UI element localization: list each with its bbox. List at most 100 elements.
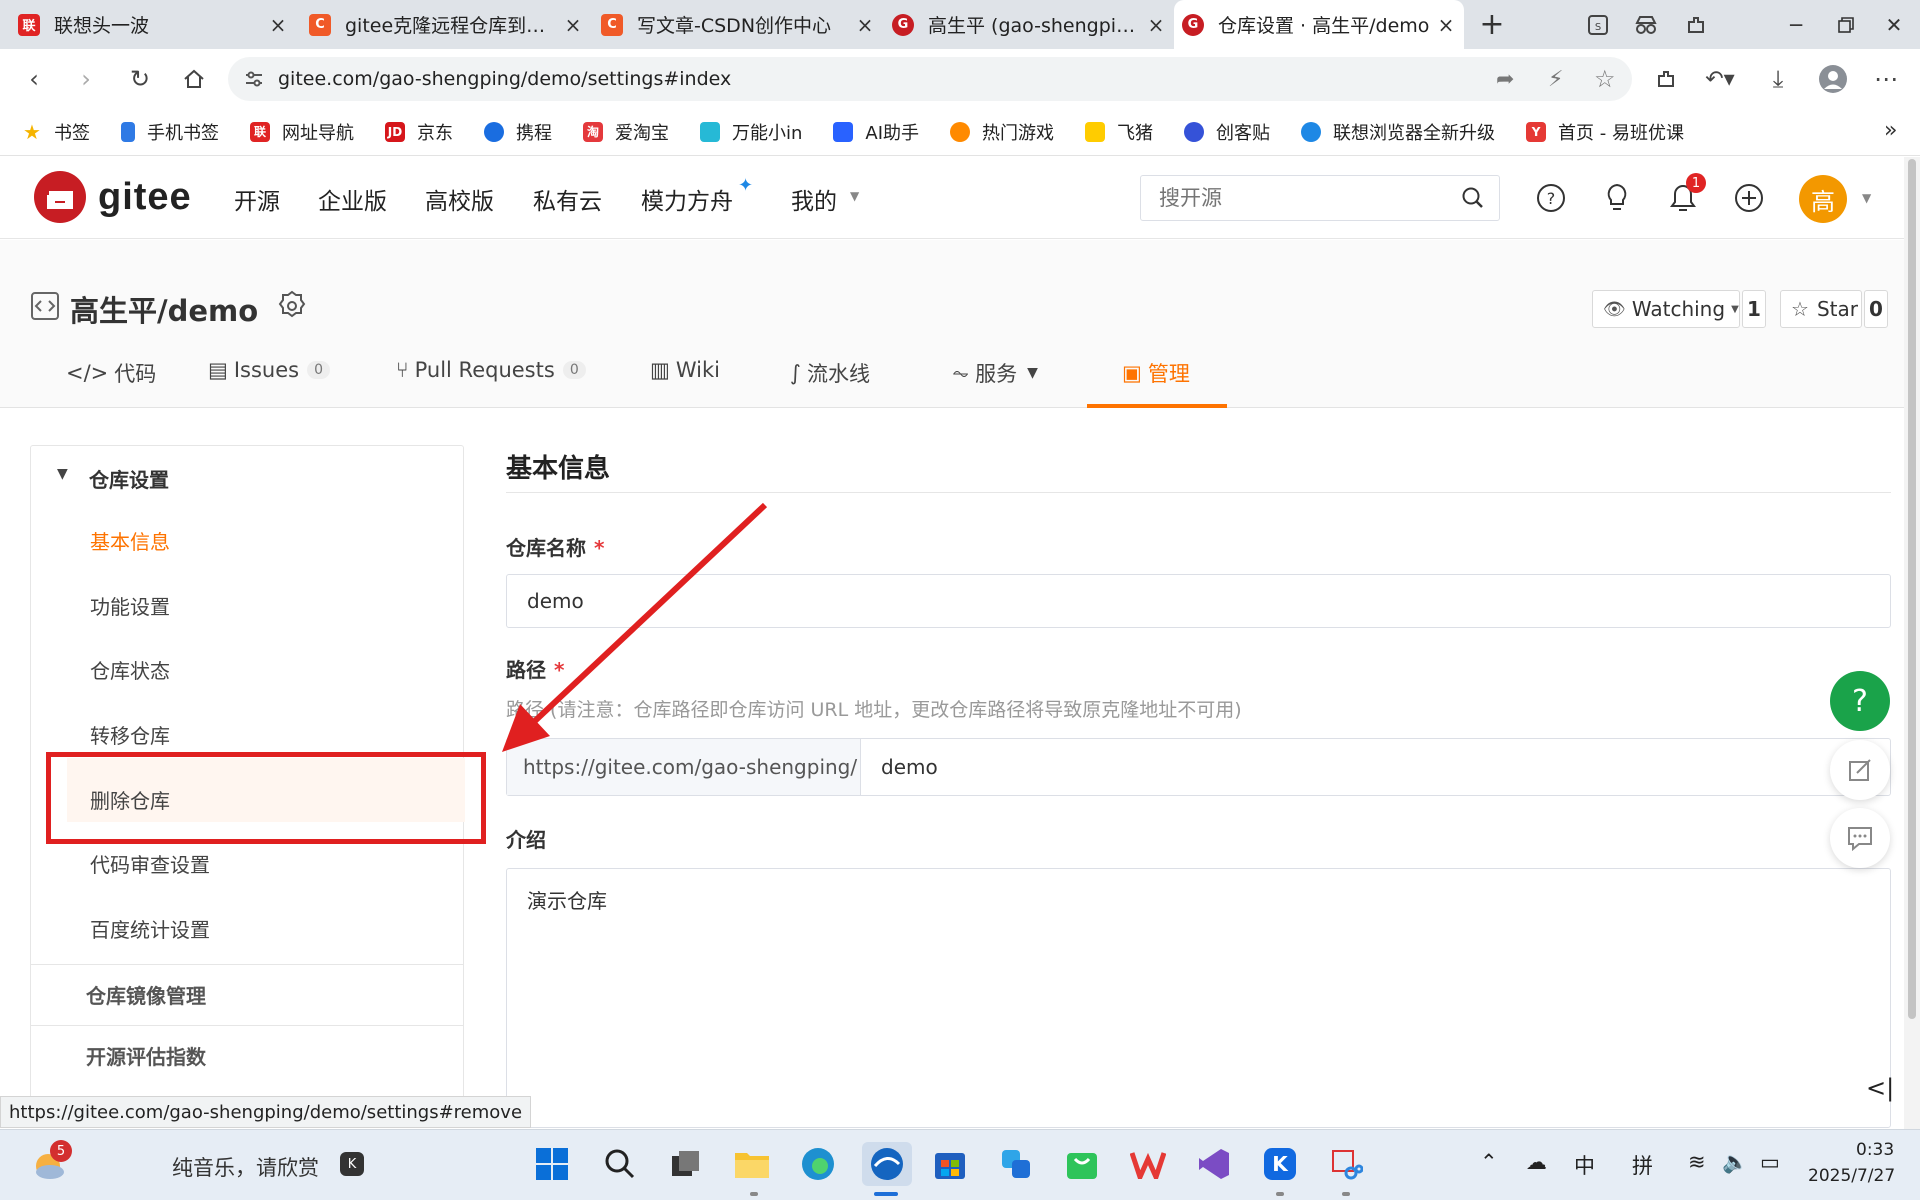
lightning-icon[interactable]: ⚡: [1548, 67, 1563, 92]
incognito-icon[interactable]: [1622, 0, 1670, 49]
tab-pipeline[interactable]: ∫ 流水线: [790, 358, 870, 388]
search-icon[interactable]: [600, 1144, 640, 1184]
bookmark-item[interactable]: JD 京东: [385, 119, 453, 145]
bookmark-item[interactable]: 淘爱淘宝: [583, 119, 669, 145]
download-icon[interactable]: ⤓: [1758, 59, 1798, 99]
more-menu-icon[interactable]: ⋯: [1866, 59, 1906, 99]
repo-title[interactable]: 高生平/demo: [70, 288, 258, 330]
sidebar-group-evaluation[interactable]: 开源评估指数: [31, 1025, 463, 1085]
store-icon[interactable]: [930, 1144, 970, 1184]
bookmarks-overflow-icon[interactable]: »: [1884, 118, 1897, 143]
tab-pull-requests[interactable]: ⑂ Pull Requests 0: [396, 358, 586, 382]
profile-icon[interactable]: [1813, 59, 1853, 99]
lenovo-browser-taskbar-icon[interactable]: [862, 1142, 912, 1186]
forward-icon[interactable]: ›: [66, 59, 106, 99]
url-text[interactable]: gitee.com/gao-shengping/demo/settings#in…: [278, 68, 1632, 90]
clock-time[interactable]: 0:33: [1856, 1140, 1894, 1160]
bookmark-item[interactable]: 飞猪: [1085, 119, 1153, 145]
badge-icon[interactable]: [276, 290, 308, 326]
minimize-icon[interactable]: ─: [1772, 0, 1820, 49]
bookmark-item[interactable]: 创客贴: [1184, 119, 1270, 145]
favorite-star-icon[interactable]: ☆: [1594, 65, 1616, 93]
search-box[interactable]: [1140, 175, 1500, 221]
watching-count[interactable]: 1: [1742, 290, 1766, 328]
close-icon[interactable]: ×: [853, 13, 877, 37]
add-icon[interactable]: [1732, 181, 1766, 215]
share-icon[interactable]: ➦: [1496, 67, 1514, 92]
browser-tab-5-active[interactable]: G 仓库设置 · 高生平/demo ×: [1174, 0, 1464, 49]
notification-bell-icon[interactable]: 1: [1666, 173, 1706, 215]
maximize-icon[interactable]: [1822, 0, 1870, 49]
browser-tab-2[interactable]: C gitee克隆远程仓库到本地 ×: [309, 0, 591, 49]
ime-mode[interactable]: 拼: [1632, 1150, 1653, 1180]
star-button[interactable]: ☆ Star: [1780, 290, 1862, 328]
nav-opensource[interactable]: 开源: [234, 182, 280, 216]
nav-enterprise[interactable]: 企业版: [318, 182, 387, 216]
collapse-panel-icon[interactable]: <|: [1866, 1074, 1894, 1102]
onedrive-icon[interactable]: ☁: [1526, 1150, 1547, 1174]
nav-education[interactable]: 高校版: [425, 182, 494, 216]
tab-code[interactable]: </> 代码: [66, 358, 156, 388]
page-scrollbar[interactable]: [1904, 157, 1920, 1129]
bookmark-item[interactable]: 携程: [484, 119, 552, 145]
nav-private-cloud[interactable]: 私有云: [533, 182, 602, 216]
task-view-icon[interactable]: [666, 1144, 706, 1184]
sidebar-item-features[interactable]: 功能设置: [90, 591, 170, 620]
windows-start-icon[interactable]: [532, 1144, 572, 1184]
chevron-down-icon[interactable]: ▼: [1862, 191, 1871, 205]
new-tab-button[interactable]: +: [1468, 0, 1516, 49]
browser-tab-3[interactable]: C 写文章-CSDN创作中心 ×: [601, 0, 883, 49]
visual-studio-icon[interactable]: [1194, 1144, 1234, 1184]
weather-icon[interactable]: 5: [28, 1140, 72, 1184]
close-icon[interactable]: ×: [561, 13, 585, 37]
caret-down-icon[interactable]: ▼: [57, 466, 68, 482]
home-icon[interactable]: [174, 59, 214, 99]
close-icon[interactable]: ×: [1144, 13, 1168, 37]
description-textarea[interactable]: 演示仓库: [506, 868, 1891, 1128]
chat-float-button[interactable]: [1830, 808, 1890, 868]
bookmark-item[interactable]: AI助手: [833, 119, 919, 145]
feedback-edit-button[interactable]: [1830, 740, 1890, 800]
sidebar-item-basic-info[interactable]: 基本信息: [90, 526, 170, 555]
watching-button[interactable]: 👁 Watching ▼: [1592, 290, 1740, 328]
extension-icon[interactable]: [1672, 0, 1720, 49]
back-icon[interactable]: ‹: [14, 59, 54, 99]
sidebar-item-code-review[interactable]: 代码审查设置: [90, 849, 210, 878]
wps-icon[interactable]: [1128, 1144, 1168, 1184]
tab-manage[interactable]: ▣ 管理: [1122, 358, 1190, 388]
battery-icon[interactable]: ▭: [1760, 1150, 1780, 1174]
nav-mine[interactable]: 我的: [791, 182, 837, 216]
tab-wiki[interactable]: ▥ Wiki: [650, 358, 720, 382]
sidebar-item-baidu-stats[interactable]: 百度统计设置: [90, 914, 210, 943]
sidebar-item-status[interactable]: 仓库状态: [90, 655, 170, 684]
search-input[interactable]: [1159, 186, 1459, 210]
volume-icon[interactable]: 🔈: [1722, 1150, 1748, 1175]
copilot-icon[interactable]: [996, 1144, 1036, 1184]
undo-icon[interactable]: ↶▾: [1700, 59, 1740, 99]
browser-tab-1[interactable]: 联 联想头一波 ×: [16, 0, 296, 49]
tab-issues[interactable]: ▤ Issues 0: [208, 358, 331, 382]
bookmark-item[interactable]: 联网址导航: [250, 119, 354, 145]
scrollbar-thumb[interactable]: [1908, 159, 1916, 1019]
sidebar-section-title[interactable]: 仓库设置: [89, 464, 169, 493]
bookmark-item[interactable]: Y 首页 - 易班优课: [1526, 119, 1684, 145]
bookmark-item[interactable]: 热门游戏: [950, 119, 1054, 145]
site-info-icon[interactable]: [244, 69, 264, 93]
help-icon[interactable]: ?: [1534, 181, 1568, 215]
close-icon[interactable]: ×: [266, 13, 290, 37]
search-icon[interactable]: [1461, 186, 1485, 214]
snipping-tool-icon[interactable]: [1326, 1144, 1366, 1184]
sidebar-item-transfer[interactable]: 转移仓库: [90, 720, 170, 749]
bookmark-item[interactable]: 手机书签: [121, 119, 219, 145]
star-count[interactable]: 0: [1864, 290, 1888, 328]
clock-date[interactable]: 2025/7/27: [1808, 1166, 1895, 1186]
extensions-icon[interactable]: [1646, 59, 1686, 99]
wifi-icon[interactable]: ≋: [1688, 1150, 1706, 1174]
close-window-icon[interactable]: ✕: [1870, 0, 1918, 49]
tab-services[interactable]: ⏦ 服务 ▼: [952, 358, 1038, 388]
sidebar-toggle-icon[interactable]: S: [1574, 0, 1622, 49]
edge-icon[interactable]: [798, 1144, 838, 1184]
help-float-button[interactable]: ?: [1830, 671, 1890, 731]
bookmark-item[interactable]: 万能小in: [700, 119, 802, 145]
bookmark-item[interactable]: 联想浏览器全新升级: [1301, 119, 1495, 145]
